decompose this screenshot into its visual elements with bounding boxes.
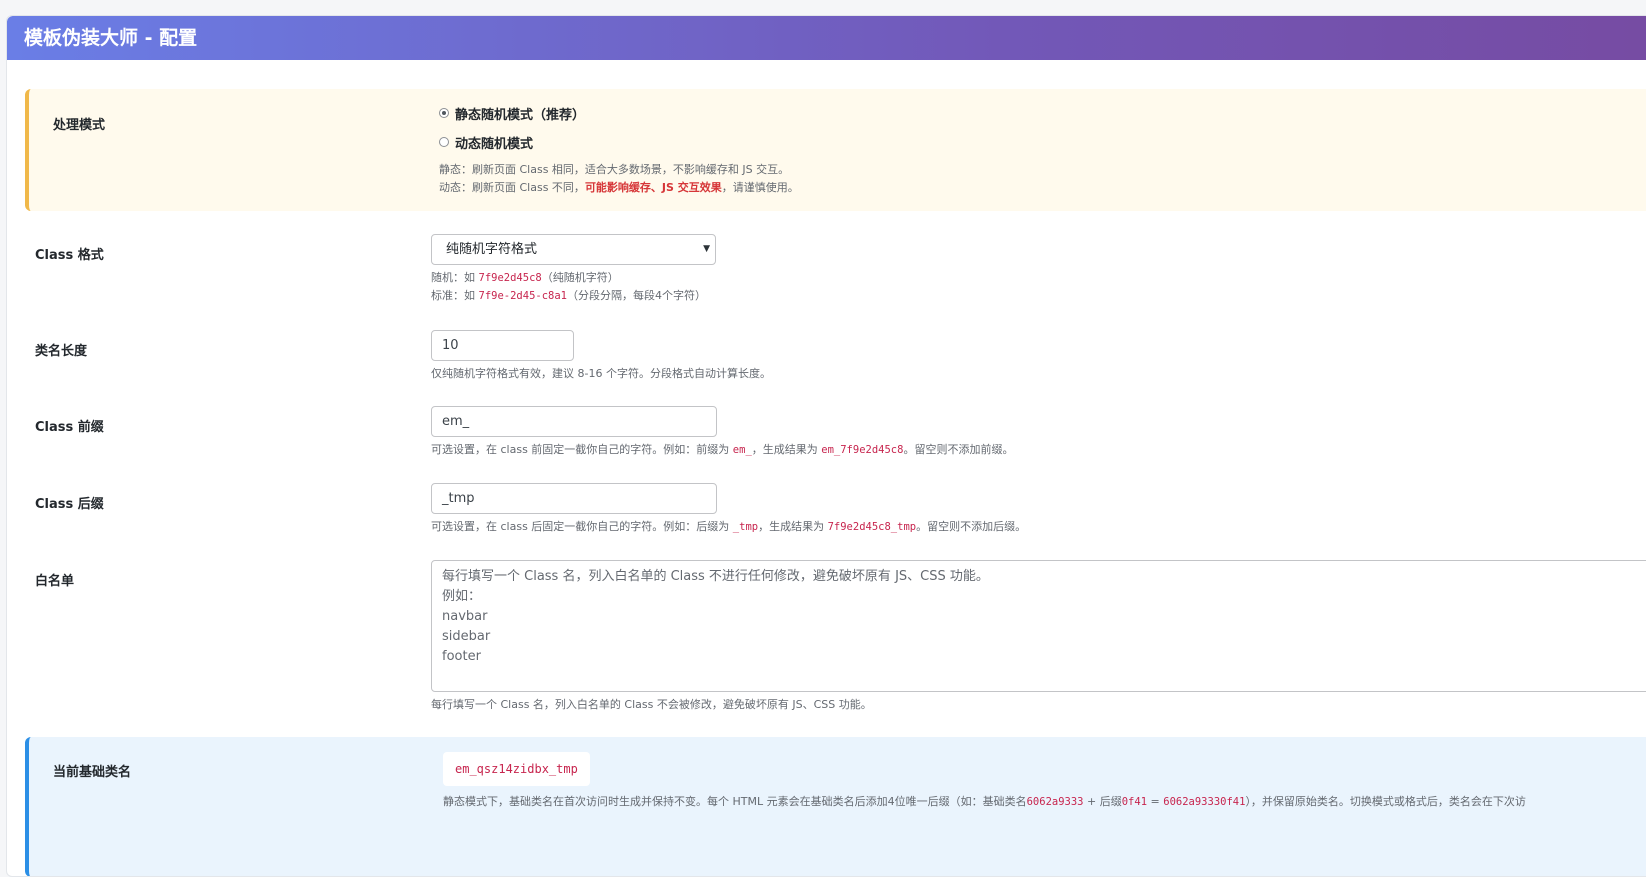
whitelist-placeholder-line: sidebar (442, 629, 491, 644)
class-format-select[interactable]: 纯随机字符格式 ▼ (431, 234, 716, 265)
radio-dynamic-mode[interactable]: 动态随机模式 (439, 129, 799, 155)
radio-dynamic-label: 动态随机模式 (455, 136, 534, 152)
whitelist-desc: 每行填写一个 Class 名，列入白名单的 Class 不会被修改，避免破坏原有… (431, 698, 872, 711)
radio-static-indicator[interactable] (439, 108, 449, 118)
radio-static-label: 静态随机模式（推荐） (455, 107, 586, 123)
prefix-label: Class 前缀 (35, 420, 104, 435)
whitelist-placeholder-line: navbar (442, 609, 488, 624)
base-class-label: 当前基础类名 (53, 765, 132, 780)
mode-label: 处理模式 (53, 118, 106, 133)
length-label: 类名长度 (35, 344, 88, 359)
mode-desc-static: 静态：刷新页面 Class 相同，适合大多数场景，不影响缓存和 JS 交互。 (439, 163, 790, 176)
mode-options: 静态随机模式（推荐） 动态随机模式 静态：刷新页面 Class 相同，适合大多数… (439, 100, 799, 197)
whitelist-label: 白名单 (35, 574, 75, 589)
whitelist-placeholder-line: 例如： (442, 589, 482, 604)
mode-desc-dynamic: 动态：刷新页面 Class 不同，可能影响缓存、JS 交互效果，请谨慎使用。 (439, 181, 799, 194)
base-class-section: 当前基础类名 em_qsz14zidbx_tmp 静态模式下，基础类名在首次访问… (25, 737, 1646, 876)
settings-panel: 模板伪装大师 - 配置 处理模式 静态随机模式（推荐） 动态随机模式 静态：刷新… (6, 15, 1646, 877)
base-class-value: em_qsz14zidbx_tmp (443, 752, 590, 786)
mode-warning: 可能影响缓存、JS 交互效果 (584, 181, 722, 194)
class-format-desc-standard: 标准：如 7f9e-2d45-c8a1（分段分隔，每段4个字符） (431, 289, 707, 302)
whitelist-placeholder-line: 每行填写一个 Class 名，列入白名单的 Class 不进行任何修改，避免破坏… (442, 569, 989, 584)
length-desc: 仅纯随机字符格式有效，建议 8-16 个字符。分段格式自动计算长度。 (431, 367, 771, 380)
whitelist-textarea[interactable]: 每行填写一个 Class 名，列入白名单的 Class 不进行任何修改，避免破坏… (431, 560, 1646, 692)
length-input[interactable]: 10 (431, 330, 574, 361)
radio-dynamic-indicator[interactable] (439, 137, 449, 147)
suffix-label: Class 后缀 (35, 497, 104, 512)
mode-section: 处理模式 静态随机模式（推荐） 动态随机模式 静态：刷新页面 Class 相同，… (25, 89, 1646, 211)
base-class-desc: 静态模式下，基础类名在首次访问时生成并保持不变。每个 HTML 元素会在基础类名… (443, 795, 1526, 808)
dropdown-arrow-icon: ▼ (703, 244, 710, 254)
prefix-desc: 可选设置，在 class 前固定一截你自己的字符。例如：前缀为 em_，生成结果… (431, 443, 1014, 456)
prefix-input[interactable]: em_ (431, 406, 717, 437)
suffix-input[interactable]: _tmp (431, 483, 717, 514)
class-format-label: Class 格式 (35, 248, 104, 263)
whitelist-placeholder-line: footer (442, 649, 481, 664)
class-format-desc-random: 随机：如 7f9e2d45c8（纯随机字符） (431, 271, 619, 284)
page-title: 模板伪装大师 - 配置 (7, 16, 1646, 60)
radio-static-mode[interactable]: 静态随机模式（推荐） (439, 100, 799, 126)
suffix-desc: 可选设置，在 class 后固定一截你自己的字符。例如：后缀为 _tmp，生成结… (431, 520, 1027, 533)
